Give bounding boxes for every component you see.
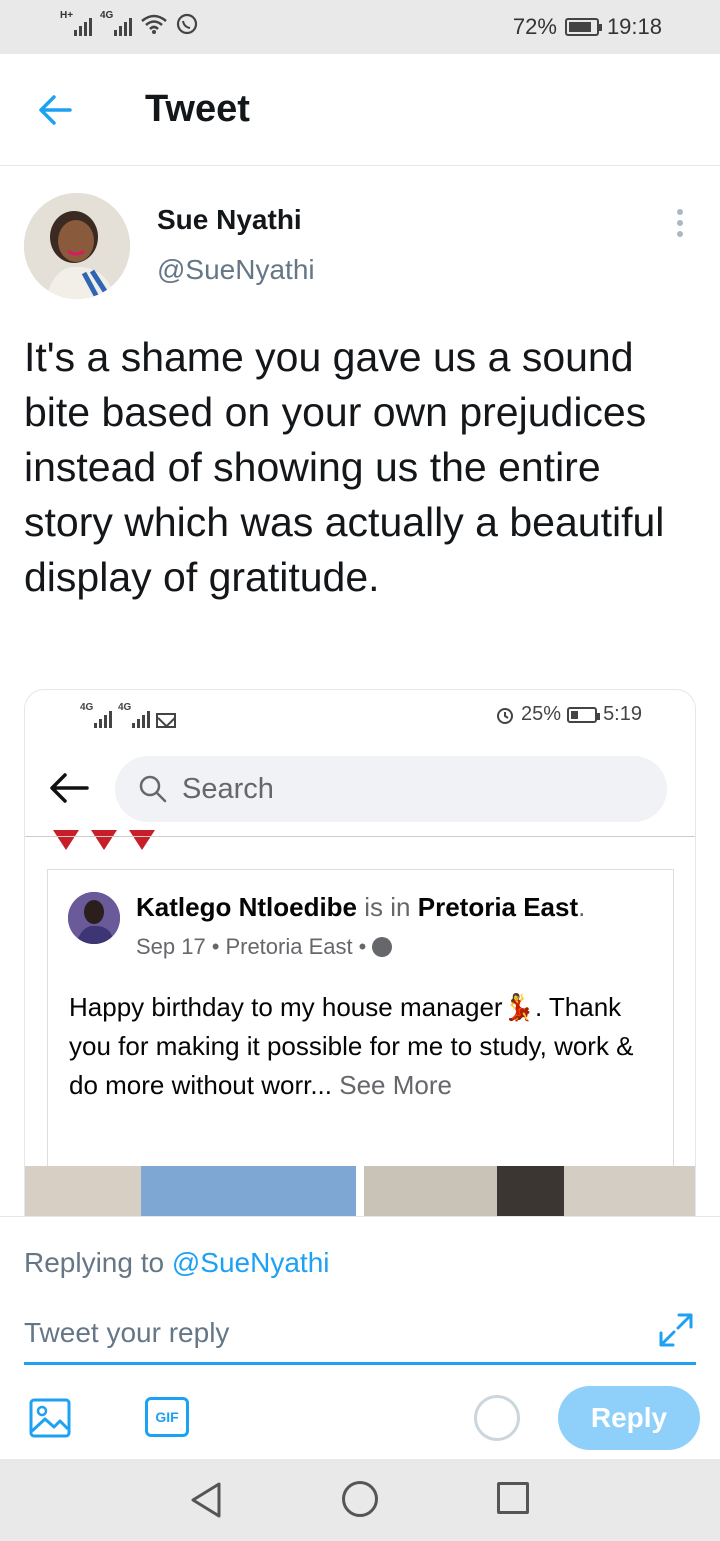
status-bar-right: 72% 19:18 <box>513 14 662 40</box>
gif-icon[interactable]: GIF <box>145 1397 189 1437</box>
hearts-emoji <box>53 830 155 850</box>
signal-icon-2: 4G <box>100 10 132 36</box>
reply-input[interactable] <box>24 1313 624 1353</box>
post-location: Pretoria East <box>417 892 579 922</box>
status-bar-left: H+ 4G <box>60 10 198 36</box>
page-title: Tweet <box>145 88 250 130</box>
avatar <box>68 892 120 944</box>
post-is-in: is in <box>364 892 411 922</box>
author-handle[interactable]: @SueNyathi <box>157 254 315 286</box>
embedded-search-bar: Search <box>115 756 667 822</box>
post-photo <box>364 1166 695 1216</box>
signal-icon-2: 4G <box>118 702 150 728</box>
tweet-text: It's a shame you gave us a sound bite ba… <box>24 334 665 600</box>
tweet-media-image[interactable]: 4G 4G 25% 5:19 Search Katlego Ntloedibe … <box>24 689 696 1216</box>
whatsapp-icon <box>176 13 198 35</box>
more-vertical-icon[interactable] <box>668 206 692 240</box>
status-bar: H+ 4G 72% 19:18 <box>0 0 720 54</box>
mail-icon <box>156 713 176 728</box>
app-header: Tweet <box>0 54 720 166</box>
embedded-battery-percent: 25% <box>521 703 562 725</box>
reply-input-underline <box>24 1362 696 1365</box>
battery-icon <box>567 706 601 723</box>
arrow-left-icon[interactable] <box>34 88 78 132</box>
signal-icon: H+ <box>60 10 92 36</box>
see-more-link: See More <box>339 1070 452 1100</box>
avatar-image <box>68 892 120 944</box>
signal-icon: 4G <box>80 702 112 728</box>
post-text: Happy birthday to my house manager💃. Tha… <box>69 992 634 1100</box>
reply-composer: Replying to @SueNyathi GIF Reply <box>0 1216 720 1459</box>
reply-button[interactable]: Reply <box>558 1386 700 1450</box>
nav-home-icon[interactable] <box>342 1481 378 1517</box>
image-icon[interactable] <box>28 1397 72 1439</box>
clock: 19:18 <box>606 14 662 39</box>
divider <box>25 836 695 837</box>
replying-to: Replying to @SueNyathi <box>24 1247 330 1278</box>
alarm-icon <box>497 707 514 724</box>
post-photo <box>25 1166 356 1216</box>
post-header: Katlego Ntloedibe is in Pretoria East. <box>136 892 586 922</box>
post-date: Sep 17 <box>136 934 206 959</box>
search-placeholder: Search <box>182 773 274 805</box>
replying-to-handle[interactable]: @SueNyathi <box>172 1247 330 1278</box>
battery-icon <box>564 18 602 36</box>
expand-icon[interactable] <box>657 1311 695 1349</box>
embedded-status-bar: 4G 4G 25% 5:19 <box>25 690 695 742</box>
arrow-left-icon <box>50 773 89 803</box>
nav-recents-icon[interactable] <box>497 1482 529 1514</box>
character-counter <box>474 1395 520 1441</box>
system-nav-bar <box>0 1459 720 1541</box>
post-meta-location: Pretoria East <box>225 934 353 959</box>
avatar-image <box>24 193 130 299</box>
avatar[interactable] <box>24 193 130 299</box>
post-meta: Sep 17 • Pretoria East • <box>136 934 393 960</box>
embedded-post: Katlego Ntloedibe is in Pretoria East. S… <box>47 869 674 1189</box>
globe-icon <box>372 937 393 957</box>
search-icon <box>139 775 167 803</box>
post-author: Katlego Ntloedibe <box>136 892 358 922</box>
embedded-clock: 5:19 <box>603 703 642 725</box>
nav-back-icon[interactable] <box>188 1481 224 1519</box>
battery-percent: 72% <box>512 14 557 39</box>
author-name[interactable]: Sue Nyathi <box>157 204 302 236</box>
wifi-icon <box>141 14 167 34</box>
